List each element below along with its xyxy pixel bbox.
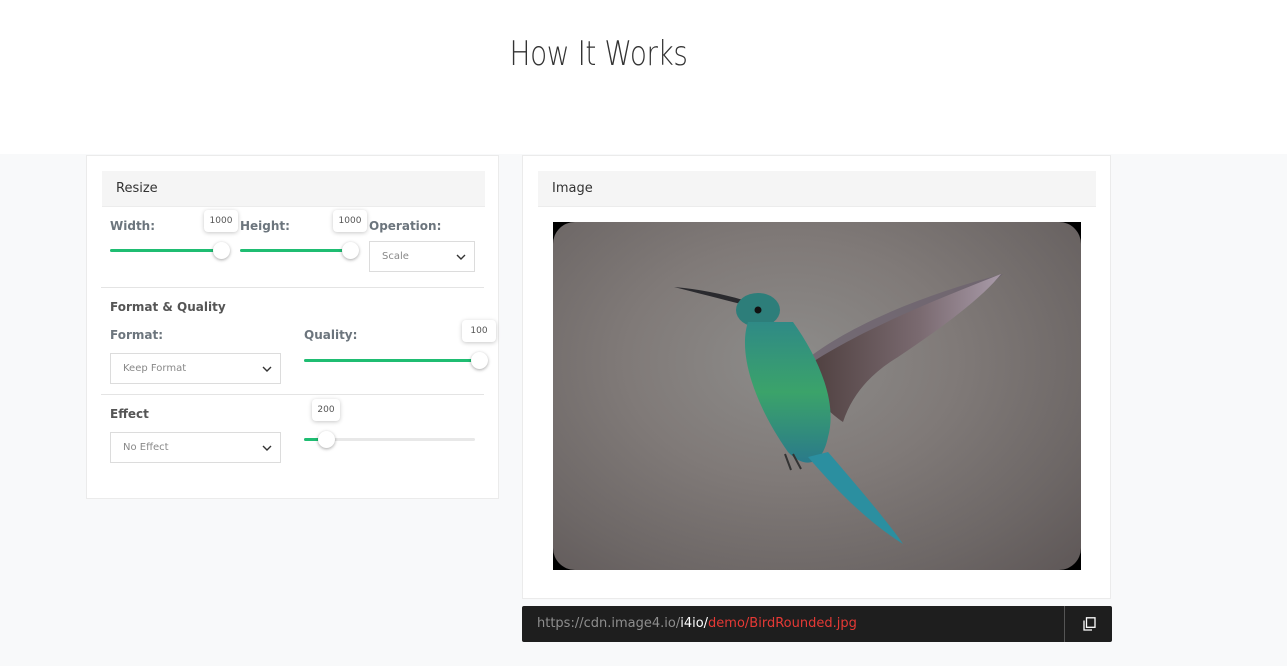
url-base: https://cdn.image4.io/ bbox=[537, 616, 681, 631]
hero-section: How It Works bbox=[0, 0, 1287, 154]
chevron-down-icon bbox=[456, 254, 466, 260]
image-header: Image bbox=[538, 171, 1096, 207]
image-url-bar[interactable]: https://cdn.image4.io/i4io/demo/BirdRoun… bbox=[522, 606, 1112, 642]
height-slider-handle[interactable] bbox=[342, 242, 359, 259]
height-slider[interactable]: 1000 bbox=[240, 210, 367, 261]
format-quality-title: Format & Quality bbox=[110, 300, 226, 314]
copy-url-button[interactable] bbox=[1064, 606, 1112, 642]
page-title: How It Works bbox=[509, 34, 688, 74]
width-slider-fill bbox=[110, 249, 221, 252]
copy-icon bbox=[1083, 617, 1096, 631]
height-value-tooltip: 1000 bbox=[333, 210, 367, 232]
operation-label: Operation: bbox=[369, 219, 442, 233]
width-slider[interactable]: 1000 bbox=[110, 210, 238, 261]
format-select[interactable]: Keep Format bbox=[110, 353, 281, 384]
url-account: i4io/ bbox=[680, 616, 709, 631]
resize-header: Resize bbox=[102, 171, 485, 207]
chevron-down-icon bbox=[262, 366, 272, 372]
preview-image-content bbox=[553, 222, 1081, 570]
effect-select[interactable]: No Effect bbox=[110, 432, 281, 463]
effect-title: Effect bbox=[110, 407, 149, 421]
url-path: demo/BirdRounded.jpg bbox=[708, 616, 857, 631]
preview-image bbox=[553, 222, 1081, 570]
hummingbird-illustration bbox=[674, 274, 1003, 544]
quality-value-tooltip: 100 bbox=[462, 320, 496, 342]
width-value-tooltip: 1000 bbox=[204, 210, 238, 232]
effect-value-tooltip: 200 bbox=[312, 399, 340, 421]
format-label: Format: bbox=[110, 328, 164, 342]
operation-selected: Scale bbox=[382, 251, 409, 262]
width-slider-handle[interactable] bbox=[213, 242, 230, 259]
height-slider-fill bbox=[240, 249, 350, 252]
effect-amount-slider[interactable]: 200 bbox=[304, 399, 475, 450]
quality-slider-fill bbox=[304, 359, 479, 362]
quality-label: Quality: bbox=[304, 328, 358, 342]
chevron-down-icon bbox=[262, 445, 272, 451]
quality-slider-handle[interactable] bbox=[471, 352, 488, 369]
quality-slider[interactable]: 100 bbox=[304, 320, 496, 371]
operation-select[interactable]: Scale bbox=[369, 241, 475, 272]
height-label: Height: bbox=[240, 219, 290, 233]
width-label: Width: bbox=[110, 219, 156, 233]
effect-selected: No Effect bbox=[123, 442, 169, 453]
section-divider bbox=[101, 287, 484, 288]
effect-slider-handle[interactable] bbox=[318, 431, 335, 448]
format-selected: Keep Format bbox=[123, 363, 187, 374]
section-divider bbox=[101, 394, 484, 395]
